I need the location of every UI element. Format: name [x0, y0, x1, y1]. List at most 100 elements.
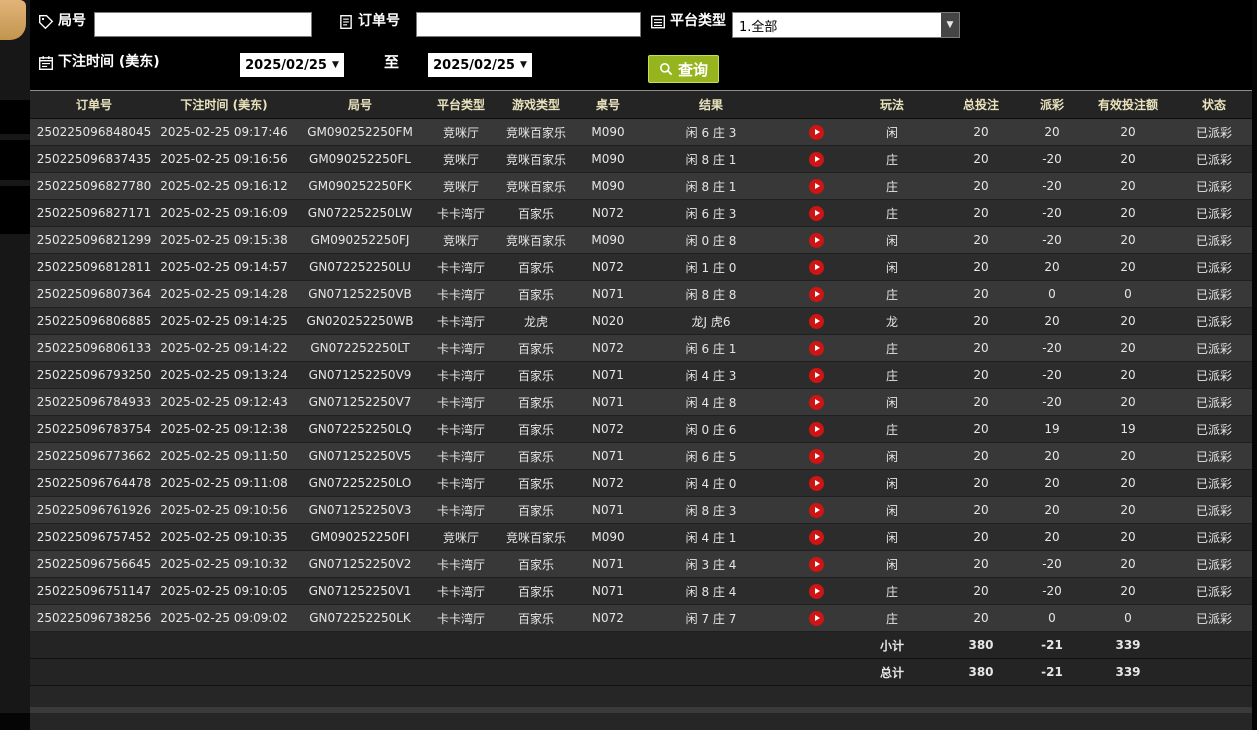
status-cell: 已派彩 — [1195, 206, 1232, 221]
bet-time-cell: 2025-02-25 09:16:09 — [160, 206, 288, 220]
result-cell: 闲 8 庄 3 — [685, 503, 737, 518]
platform-type-select[interactable]: 1.全部 ▼ — [732, 12, 960, 38]
result-cell: 闲 4 庄 3 — [685, 368, 737, 383]
valid-bet-cell: 20 — [1120, 557, 1136, 571]
round-no-cell: GN071252250V2 — [308, 557, 412, 571]
valid-bet-cell: 20 — [1120, 476, 1136, 490]
result-cell: 闲 0 庄 6 — [685, 422, 737, 437]
table-row: 250225096837435 2025-02-25 09:16:56 GM0902… — [30, 145, 1252, 173]
round-no-cell: GM090252250FK — [308, 179, 412, 193]
play-method-cell: 庄 — [885, 206, 898, 221]
order-no-cell: 250225096806885 — [36, 314, 152, 328]
play-icon[interactable] — [808, 556, 824, 572]
order-no-cell: 250225096807364 — [36, 287, 152, 301]
play-icon[interactable] — [808, 205, 824, 221]
round-number-label: 局号 — [58, 13, 86, 29]
round-no-cell: GN071252250V9 — [308, 368, 412, 382]
result-cell: 闲 4 庄 0 — [685, 476, 737, 491]
query-button[interactable]: 查询 — [648, 55, 720, 83]
play-icon[interactable] — [808, 286, 824, 302]
result-cell: 闲 8 庄 1 — [685, 179, 737, 194]
status-cell: 已派彩 — [1195, 152, 1232, 167]
play-method-cell: 庄 — [885, 422, 898, 437]
bet-time-cell: 2025-02-25 09:14:25 — [160, 314, 288, 328]
play-icon[interactable] — [808, 610, 824, 626]
order-no-cell: 250225096837435 — [36, 152, 152, 166]
col-header-valid-bet: 有效投注额 — [1080, 90, 1176, 119]
game-type-cell: 百家乐 — [517, 395, 554, 410]
play-cell — [786, 281, 846, 308]
play-icon[interactable] — [808, 259, 824, 275]
date-to-picker[interactable]: 2025/02/25 ▼ — [428, 53, 532, 77]
valid-bet-cell: 20 — [1120, 584, 1136, 598]
round-number-input[interactable] — [94, 12, 312, 37]
table-row: 250225096827171 2025-02-25 09:16:09 GN0722… — [30, 199, 1252, 227]
col-header-total-bet: 总投注 — [938, 90, 1024, 119]
round-no-cell: GN071252250V5 — [308, 449, 412, 463]
col-header-play — [786, 90, 846, 119]
payout-cell: 0 — [1048, 287, 1056, 301]
empty-cell — [786, 659, 846, 686]
empty-cell — [430, 659, 492, 686]
valid-bet-cell: 20 — [1120, 314, 1136, 328]
table-no-cell: N072 — [592, 341, 624, 355]
play-icon[interactable] — [808, 529, 824, 545]
payout-cell: 20 — [1044, 314, 1060, 328]
bet-time-cell: 2025-02-25 09:09:02 — [160, 611, 288, 625]
payout-cell: -20 — [1042, 584, 1062, 598]
play-method-cell: 庄 — [885, 584, 898, 599]
play-method-cell: 庄 — [885, 611, 898, 626]
play-icon[interactable] — [808, 178, 824, 194]
table-no-cell: N071 — [592, 287, 624, 301]
play-method-cell: 庄 — [885, 341, 898, 356]
grandtotal-payout-cell: -21 — [1041, 665, 1063, 679]
status-cell: 已派彩 — [1195, 260, 1232, 275]
order-number-input[interactable] — [416, 12, 641, 37]
empty-cell — [636, 632, 786, 659]
status-cell: 已派彩 — [1195, 341, 1232, 356]
table-no-cell: N071 — [592, 449, 624, 463]
result-cell: 闲 8 庄 8 — [685, 287, 737, 302]
order-no-cell: 250225096806133 — [36, 341, 152, 355]
subtotal-payout-cell: -21 — [1041, 638, 1063, 652]
total-bet-cell: 20 — [973, 476, 989, 490]
result-cell: 龙J 虎6 — [691, 314, 731, 329]
table-no-cell: N071 — [592, 584, 624, 598]
order-no-cell: 250225096738256 — [36, 611, 152, 625]
empty-cell — [1176, 659, 1252, 686]
play-icon[interactable] — [808, 232, 824, 248]
play-cell — [786, 524, 846, 551]
game-type-cell: 百家乐 — [517, 341, 554, 356]
bottom-scrollbar-track[interactable] — [30, 707, 1252, 713]
sidebar-block — [0, 100, 30, 134]
collapsed-sidebar — [0, 0, 30, 713]
empty-cell — [636, 659, 786, 686]
play-icon[interactable] — [808, 394, 824, 410]
play-icon[interactable] — [808, 151, 824, 167]
sidebar-toggle-tab[interactable] — [0, 0, 26, 40]
bet-time-cell: 2025-02-25 09:14:28 — [160, 287, 288, 301]
play-icon[interactable] — [808, 367, 824, 383]
platform-type-cell: 卡卡湾厅 — [436, 206, 485, 221]
platform-type-cell: 卡卡湾厅 — [436, 260, 485, 275]
platform-type-cell: 卡卡湾厅 — [436, 584, 485, 599]
play-icon[interactable] — [808, 124, 824, 140]
table-row: 250225096848045 2025-02-25 09:17:46 GM0902… — [30, 118, 1252, 146]
play-cell — [786, 416, 846, 443]
play-icon[interactable] — [808, 475, 824, 491]
subtotal-valid-bet-cell: 339 — [1115, 638, 1141, 652]
date-from-picker[interactable]: 2025/02/25 ▼ — [240, 53, 344, 77]
order-no-cell: 250225096783754 — [36, 422, 152, 436]
valid-bet-cell: 20 — [1120, 368, 1136, 382]
play-icon[interactable] — [808, 502, 824, 518]
play-icon[interactable] — [808, 583, 824, 599]
play-icon[interactable] — [808, 421, 824, 437]
status-cell: 已派彩 — [1195, 503, 1232, 518]
grandtotal-row: 总计 380 -21 339 — [30, 658, 1252, 686]
play-cell — [786, 119, 846, 146]
platform-type-cell: 竞咪厅 — [442, 125, 479, 140]
result-cell: 闲 6 庄 5 — [685, 449, 737, 464]
play-icon[interactable] — [808, 448, 824, 464]
play-icon[interactable] — [808, 340, 824, 356]
play-icon[interactable] — [808, 313, 824, 329]
